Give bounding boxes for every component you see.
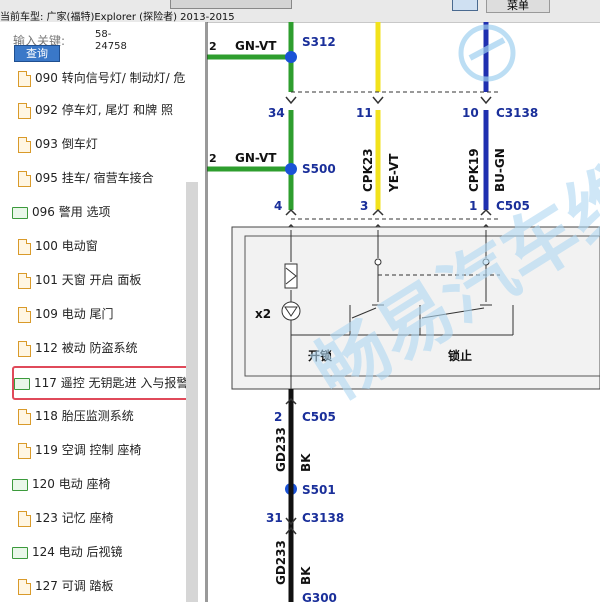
tree-item[interactable]: 127 可调 踏板 (0, 576, 205, 596)
connector-label: C505 (302, 410, 336, 424)
document-icon (18, 340, 31, 357)
tree-folder-selected[interactable]: 117 遥控 无钥匙进 入与报警 (12, 366, 198, 400)
tree-item-label: 090 转向信号灯/ 制动灯/ 危 (35, 71, 186, 85)
tree-item[interactable]: 109 电动 尾门 (0, 304, 205, 324)
folder-icon (12, 206, 28, 219)
pin-label: 2 (274, 410, 282, 424)
tree-item-label: 124 电动 后视镜 (32, 545, 123, 559)
sidebar-scrollbar[interactable] (186, 182, 198, 602)
tree-item-label: 117 遥控 无钥匙进 入与报警 (34, 376, 189, 390)
arrow-marker (285, 96, 297, 105)
tree-item-label: 127 可调 踏板 (35, 579, 114, 593)
arrow-marker (372, 208, 384, 216)
tree-item-label: 101 天窗 开启 面板 (35, 273, 142, 287)
pin-label: 31 (266, 511, 283, 525)
tree-item[interactable]: 095 挂车/ 宿营车接合 (0, 168, 205, 188)
document-icon (18, 70, 31, 87)
pin-label: 3 (360, 199, 368, 213)
document-icon (18, 510, 31, 527)
tree-item-label: 093 倒车灯 (35, 137, 98, 151)
tree-folder[interactable]: 096 警用 选项 (0, 202, 204, 222)
tree-item[interactable]: 092 停车灯, 尾灯 和牌 照 (0, 100, 205, 120)
arrow-marker (372, 96, 384, 105)
splice-point (285, 51, 297, 63)
arrow-marker (285, 208, 297, 216)
document-icon (18, 170, 31, 187)
tree-item-label: 123 记忆 座椅 (35, 511, 114, 525)
tree-item-label: 095 挂车/ 宿营车接合 (35, 171, 154, 185)
connector-label: C3138 (302, 511, 344, 525)
document-icon (18, 408, 31, 425)
arrow-marker (480, 96, 492, 105)
tree-folder[interactable]: 120 电动 座椅 (0, 474, 204, 494)
wiring-diagram: 2 GN-VT S312 34 11 10 C3138 2 GN-VT S500… (207, 22, 600, 602)
circuit-label: CPK23 (361, 148, 375, 192)
folder-icon (12, 478, 28, 491)
splice-label: S312 (302, 35, 336, 49)
document-icon (18, 578, 31, 595)
circuit-label: CPK19 (467, 148, 481, 192)
folder-icon (14, 377, 30, 390)
tree-item[interactable]: 123 记忆 座椅 (0, 508, 205, 528)
tree-item-label: 112 被动 防盗系统 (35, 341, 138, 355)
tree-item[interactable]: 093 倒车灯 (0, 134, 205, 154)
search-input[interactable]: 58-24758 (95, 29, 135, 53)
connector-label: C505 (496, 199, 530, 213)
tree-item[interactable]: 100 电动窗 (0, 236, 205, 256)
sidebar: 输入关键: 58-24758 查询 090 转向信号灯/ 制动灯/ 危 092 … (0, 22, 207, 602)
pin-label: 11 (356, 106, 373, 120)
tree-item[interactable]: 090 转向信号灯/ 制动灯/ 危 (0, 68, 205, 88)
wire-gauge-label: 2 (209, 152, 217, 165)
circuit-label: GD233 (274, 427, 288, 472)
tree-item-label: 119 空调 控制 座椅 (35, 443, 142, 457)
pin-label: 1 (469, 199, 477, 213)
lock-label: 锁止 (448, 348, 472, 363)
window-title: 当前车型: 广家(福特)Explorer (探险者) 2013-2015 (0, 12, 235, 23)
connector-label: C3138 (496, 106, 538, 120)
wire-color-label: GN-VT (235, 151, 277, 165)
tree-item[interactable]: 112 被动 防盗系统 (0, 338, 205, 358)
wire-color-label: YE-VT (387, 153, 401, 193)
document-icon (18, 102, 31, 119)
menu-button[interactable]: 菜单 (486, 0, 550, 13)
watermark-logo-icon (458, 24, 516, 82)
tree-item-label: 096 警用 选项 (32, 205, 111, 219)
folder-icon (12, 546, 28, 559)
wire-color-label: GN-VT (235, 39, 277, 53)
wire-color-label: BK (299, 566, 313, 585)
tree-item-label: 120 电动 座椅 (32, 477, 111, 491)
wire-color-label: BK (299, 453, 313, 472)
led-icon (281, 301, 301, 321)
toolbar-button[interactable] (170, 0, 292, 9)
ground-label: G300 (302, 591, 337, 602)
search-button[interactable]: 查询 (14, 45, 60, 62)
tree-item-label: 100 电动窗 (35, 239, 98, 253)
document-icon (18, 442, 31, 459)
tree-item-label: 109 电动 尾门 (35, 307, 114, 321)
circuit-label: GD233 (274, 540, 288, 585)
splice-label: S500 (302, 162, 336, 176)
tree-item[interactable]: 119 空调 控制 座椅 (0, 440, 205, 460)
window-button-icon[interactable] (452, 0, 478, 11)
document-icon (18, 306, 31, 323)
document-icon (18, 238, 31, 255)
document-icon (18, 272, 31, 289)
wire-color-label: BU-GN (493, 148, 507, 192)
arrow-marker (480, 208, 492, 216)
tree-item-label: 118 胎压监测系统 (35, 409, 134, 423)
tree-folder[interactable]: 124 电动 后视镜 (0, 542, 204, 562)
tree-item-label: 092 停车灯, 尾灯 和牌 照 (35, 103, 173, 117)
pin-label: 34 (268, 106, 285, 120)
unlock-label: 开锁 (308, 348, 332, 363)
document-icon (18, 136, 31, 153)
splice-point (285, 163, 297, 175)
multiplier-label: x2 (255, 307, 271, 321)
pin-label: 10 (462, 106, 479, 120)
tree-item[interactable]: 118 胎压监测系统 (0, 406, 205, 426)
tree-item[interactable]: 101 天窗 开启 面板 (0, 270, 205, 290)
splice-label: S501 (302, 483, 336, 497)
wire-gauge-label: 2 (209, 40, 217, 53)
pin-label: 4 (274, 199, 282, 213)
